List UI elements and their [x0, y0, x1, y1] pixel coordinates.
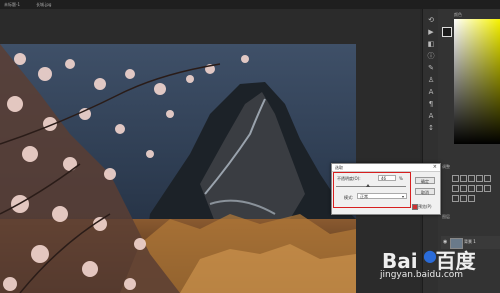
- dialog-titlebar[interactable]: 选取 ×: [332, 164, 440, 172]
- invert-icon[interactable]: [452, 195, 459, 202]
- brush-icon[interactable]: ✎: [426, 63, 436, 73]
- exposure-icon[interactable]: [476, 175, 483, 182]
- history-icon[interactable]: ⟲: [426, 15, 436, 25]
- color-picker-field[interactable]: [454, 19, 500, 144]
- hue-icon[interactable]: [452, 185, 459, 192]
- channel-mixer-icon[interactable]: [484, 185, 491, 192]
- photo-filter-icon[interactable]: [476, 185, 483, 192]
- adjustments-grid: [450, 173, 500, 203]
- curves-icon[interactable]: [468, 175, 475, 182]
- tab-untitled[interactable]: 未标题-1: [4, 1, 20, 8]
- color-balance-icon[interactable]: [460, 185, 467, 192]
- preview-label: 预览(P): [418, 204, 432, 209]
- levels-icon[interactable]: [460, 175, 467, 182]
- adjust-panel-title[interactable]: 调整: [442, 164, 450, 170]
- arrow-icon[interactable]: ↕: [426, 123, 436, 133]
- ok-button[interactable]: 确定: [415, 177, 435, 184]
- brightness-icon[interactable]: [452, 175, 459, 182]
- vibrance-icon[interactable]: [484, 175, 491, 182]
- document-tab-bar: 未标题-1 长城.jpg: [0, 0, 500, 9]
- stamp-icon[interactable]: ♙: [426, 75, 436, 85]
- paragraph-icon[interactable]: ¶: [426, 99, 436, 109]
- layers-icon[interactable]: ◧: [426, 39, 436, 49]
- a-icon[interactable]: A: [426, 111, 436, 121]
- foreground-color-swatch[interactable]: [442, 27, 452, 37]
- bw-icon[interactable]: [468, 185, 475, 192]
- watermark-url: jingyan.baidu.com: [380, 270, 464, 280]
- tab-greatwall[interactable]: 长城.jpg: [36, 1, 51, 8]
- color-panel-title[interactable]: 颜色: [454, 12, 462, 18]
- play-icon[interactable]: ▶: [426, 27, 436, 37]
- baidu-paw-icon: ●: [423, 246, 437, 265]
- layers-panel-title[interactable]: 图层: [442, 214, 450, 220]
- threshold-icon[interactable]: [468, 195, 475, 202]
- text-icon[interactable]: A: [426, 87, 436, 97]
- highlight-box: [333, 172, 411, 208]
- close-icon[interactable]: ×: [433, 164, 437, 171]
- dialog-title: 选取: [335, 165, 343, 170]
- document-image: [0, 44, 356, 293]
- cancel-button[interactable]: 取消: [415, 188, 435, 195]
- info-icon[interactable]: ⓘ: [426, 51, 436, 61]
- posterize-icon[interactable]: [460, 195, 467, 202]
